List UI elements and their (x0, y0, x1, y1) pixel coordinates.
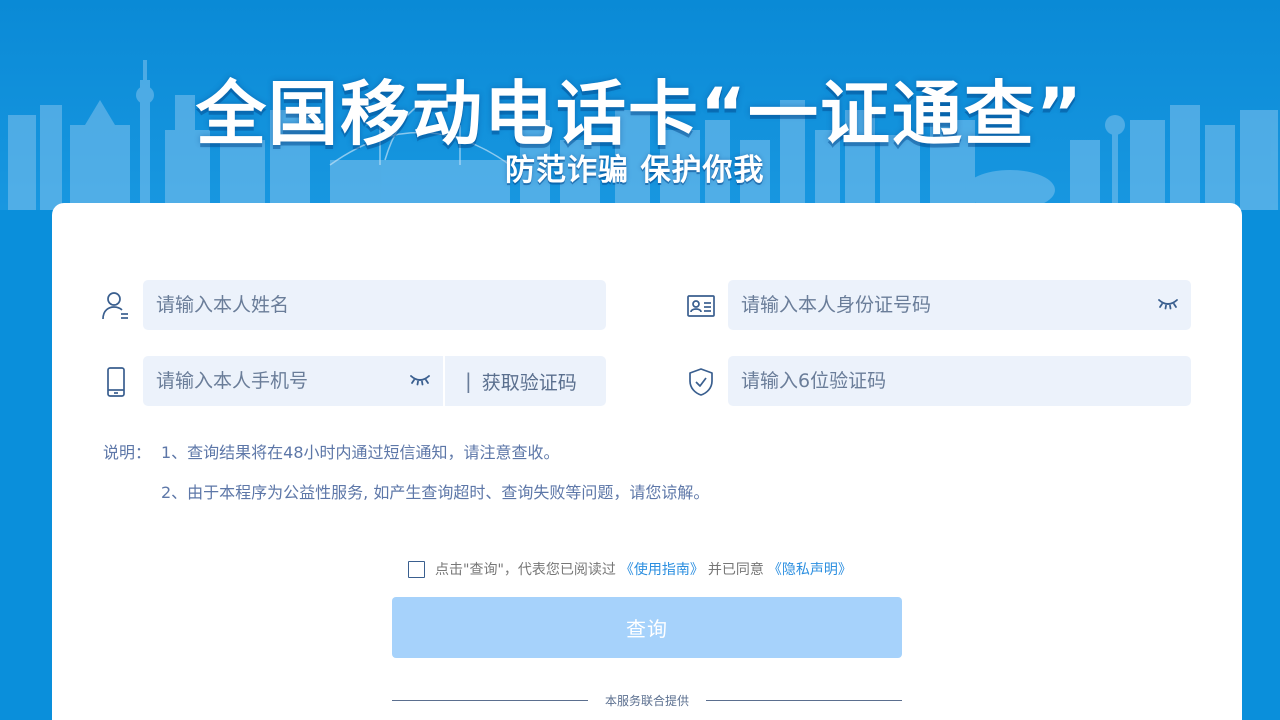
service-provider-divider: 本服务联合提供 (392, 690, 903, 710)
banner-subtitle: 防范诈骗 保护你我 (505, 153, 765, 188)
name-field[interactable] (143, 280, 606, 330)
privacy-statement-link[interactable]: 《隐私声明》 (768, 559, 852, 579)
verification-code-field[interactable] (728, 356, 1191, 406)
instruction-item: 2、由于本程序为公益性服务, 如产生查询超时、查询失败等问题，请您谅解。 (161, 483, 710, 502)
provider-text: 本服务联合提供 (605, 693, 690, 708)
id-number-field[interactable] (728, 280, 1191, 330)
id-card-icon (686, 290, 716, 322)
user-icon (101, 290, 131, 322)
agreement-row: 点击"查询"，代表您已阅读过 《使用指南》 并已同意 《隐私声明》 (408, 559, 856, 579)
usage-guide-link[interactable]: 《使用指南》 (620, 559, 704, 579)
instructions-label: 说明： (103, 443, 152, 462)
query-form-card: | 获取验证码 说明： 1、查询结果将在48小时内通过短信通知，请注意查收。 2… (52, 203, 1242, 720)
instructions: 说明： 1、查询结果将在48小时内通过短信通知，请注意查收。 2、由于本程序为公… (103, 443, 709, 503)
header-banner: 全国移动电话卡“一证通查” 防范诈骗 保护你我 (0, 0, 1280, 210)
id-number-input[interactable] (741, 294, 1151, 316)
banner-title: 全国移动电话卡“一证通查” (195, 73, 1084, 155)
mobile-phone-icon (101, 366, 131, 398)
name-input[interactable] (156, 294, 606, 316)
query-button[interactable]: 查询 (392, 597, 902, 658)
divider-line (392, 699, 588, 701)
get-verification-code-button[interactable]: | 获取验证码 (445, 356, 606, 406)
separator: | (465, 369, 472, 393)
verification-code-input[interactable] (741, 370, 1191, 392)
shield-check-icon (686, 366, 716, 398)
phone-input[interactable] (156, 370, 403, 392)
divider-line (706, 699, 903, 701)
agreement-checkbox[interactable] (408, 560, 425, 578)
phone-field[interactable] (143, 356, 443, 406)
instruction-item: 1、查询结果将在48小时内通过短信通知，请注意查收。 (161, 443, 560, 462)
agreement-middle-text: 并已同意 (707, 562, 764, 578)
agreement-text: 点击"查询"，代表您已阅读过 (435, 562, 616, 578)
eye-closed-icon[interactable] (409, 373, 431, 387)
get-code-label: 获取验证码 (481, 371, 577, 394)
eye-closed-icon[interactable] (1157, 297, 1179, 311)
